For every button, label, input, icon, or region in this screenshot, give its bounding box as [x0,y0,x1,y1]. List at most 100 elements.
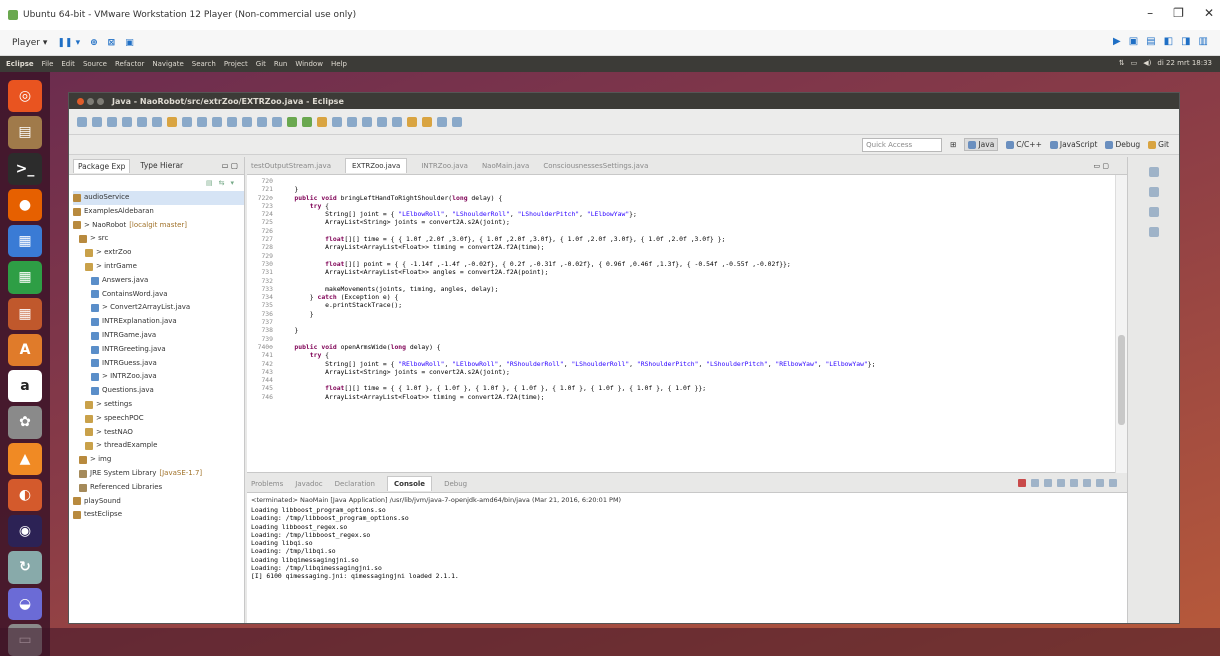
editor-tab[interactable]: NaoMain.java [482,162,529,170]
terminal-icon[interactable]: >_ [8,152,42,185]
menu-search[interactable]: Search [192,60,216,68]
writer-icon[interactable]: ▦ [8,225,42,258]
console-tab[interactable]: Debug [444,480,467,488]
menu-file[interactable]: File [42,60,54,68]
prev-annotation-icon[interactable] [422,116,432,127]
unity-icon[interactable]: ▣ [125,38,134,48]
display-console-icon[interactable] [1096,479,1104,487]
skip-icon[interactable] [152,116,162,127]
print-icon[interactable] [107,116,117,127]
tree-item[interactable]: > src [73,232,244,246]
send-ctrl-alt-del-icon[interactable]: ⊕ [90,38,98,48]
tree-item[interactable]: > threadExample [73,439,244,453]
view-menu-icon[interactable]: ▾ [230,179,234,187]
open-type-icon[interactable] [377,116,387,127]
tree-item[interactable]: > Convert2ArrayList.java [73,301,244,315]
console-tab[interactable]: Console [387,476,433,491]
device-icon[interactable]: ▥ [1199,36,1208,47]
menu-help[interactable]: Help [331,60,347,68]
open-perspective-icon[interactable]: ⊞ [950,140,956,149]
menu-window[interactable]: Window [295,60,323,68]
volume-icon[interactable]: ◀) [1143,59,1151,67]
clock[interactable]: di 22 mrt 18:33 [1157,59,1212,67]
open-console-icon[interactable] [1109,479,1117,487]
editor-view-controls-icon[interactable]: ▭ ▢ [1094,162,1109,170]
search-icon[interactable] [392,116,402,127]
disk-icon[interactable]: ◒ [8,587,42,620]
back-icon[interactable] [437,116,447,127]
tree-item[interactable]: testEclipse [73,508,244,522]
new-package-icon[interactable] [347,116,357,127]
quick-access-input[interactable]: Quick Access [862,137,943,152]
perspective-java[interactable]: Java [964,138,999,151]
step-return-icon[interactable] [257,116,267,127]
tree-item[interactable]: Referenced Libraries [73,481,244,495]
editor-scrollbar[interactable] [1115,175,1127,473]
tree-item[interactable]: > settings [73,398,244,412]
close-button[interactable]: ✕ [1204,6,1214,20]
terminate-icon[interactable] [1018,479,1026,487]
amazon-icon[interactable]: a [8,370,42,403]
tree-item[interactable]: > img [73,453,244,467]
disconnect-icon[interactable] [212,116,222,127]
resume-icon[interactable] [167,116,177,127]
tree-item[interactable]: Answers.java [73,274,244,288]
step-over-icon[interactable] [242,116,252,127]
tree-item[interactable]: playSound [73,495,244,509]
tree-item[interactable]: INTRGuess.java [73,357,244,371]
minimize-view-icon[interactable]: ▭ ▢ [221,161,238,170]
menu-git[interactable]: Git [256,60,266,68]
tree-item[interactable]: INTRExplanation.java [73,315,244,329]
keyboard-icon[interactable]: ▭ [1131,59,1138,67]
tab-type-hierarchy[interactable]: Type Hierar [140,161,183,170]
new-java-project-icon[interactable] [332,116,342,127]
tree-item[interactable]: > intrGame [73,260,244,274]
device-icon[interactable]: ▶ [1113,36,1121,47]
files-icon[interactable]: ▤ [8,116,42,149]
perspective-git[interactable]: Git [1148,140,1169,149]
menu-run[interactable]: Run [274,60,287,68]
tree-item[interactable]: > testNAO [73,426,244,440]
pin-console-icon[interactable] [1083,479,1091,487]
build-icon[interactable] [122,116,132,127]
tree-item[interactable]: ContainsWord.java [73,288,244,302]
editor-tab[interactable]: testOutputStream.java [251,162,331,170]
remove-launch-icon[interactable] [1031,479,1039,487]
close-window-button[interactable] [77,97,84,105]
pause-icon[interactable]: ❚❚ ▾ [57,38,80,48]
dash-icon[interactable]: ◎ [8,80,42,113]
tab-package-explorer[interactable]: Package Exp [73,158,131,173]
terminate-icon[interactable] [197,116,207,127]
save-icon[interactable] [92,116,102,127]
collapse-all-icon[interactable]: ▤ [206,179,213,187]
perspective-debug[interactable]: Debug [1105,140,1140,149]
tree-item[interactable]: Questions.java [73,384,244,398]
editor-tab[interactable]: EXTRZoo.java [344,158,408,173]
remove-all-icon[interactable] [1044,479,1052,487]
console-tab[interactable]: Problems [251,480,283,488]
menu-navigate[interactable]: Navigate [152,60,183,68]
tree-item[interactable]: ExamplesAldebaran [73,205,244,219]
maximize-window-button[interactable] [97,97,104,105]
tree-item[interactable]: INTRGreeting.java [73,343,244,357]
editor-tab[interactable]: INTRZoo.java [421,162,468,170]
network-icon[interactable]: ⇅ [1119,59,1125,67]
eclipse-icon[interactable]: ◉ [8,515,42,548]
player-menu[interactable]: Player ▾ [12,38,47,48]
device-icon[interactable]: ◨ [1181,36,1190,47]
link-editor-icon[interactable]: ⇆ [219,179,225,187]
menu-refactor[interactable]: Refactor [115,60,144,68]
minimize-window-button[interactable] [87,97,94,105]
menu-edit[interactable]: Edit [61,60,75,68]
menu-source[interactable]: Source [83,60,107,68]
device-icon[interactable]: ▤ [1146,36,1155,47]
new-icon[interactable] [77,116,87,127]
outline-icon[interactable] [1148,167,1159,177]
minimize-button[interactable]: – [1147,6,1153,20]
tree-item[interactable]: > INTRZoo.java [73,370,244,384]
suspend-icon[interactable] [182,116,192,127]
maximize-button[interactable]: ❐ [1173,6,1184,20]
tree-item[interactable]: > NaoRobot [localgit master] [73,219,244,233]
device-icon[interactable]: ▣ [1129,36,1138,47]
drop-to-frame-icon[interactable] [272,116,282,127]
